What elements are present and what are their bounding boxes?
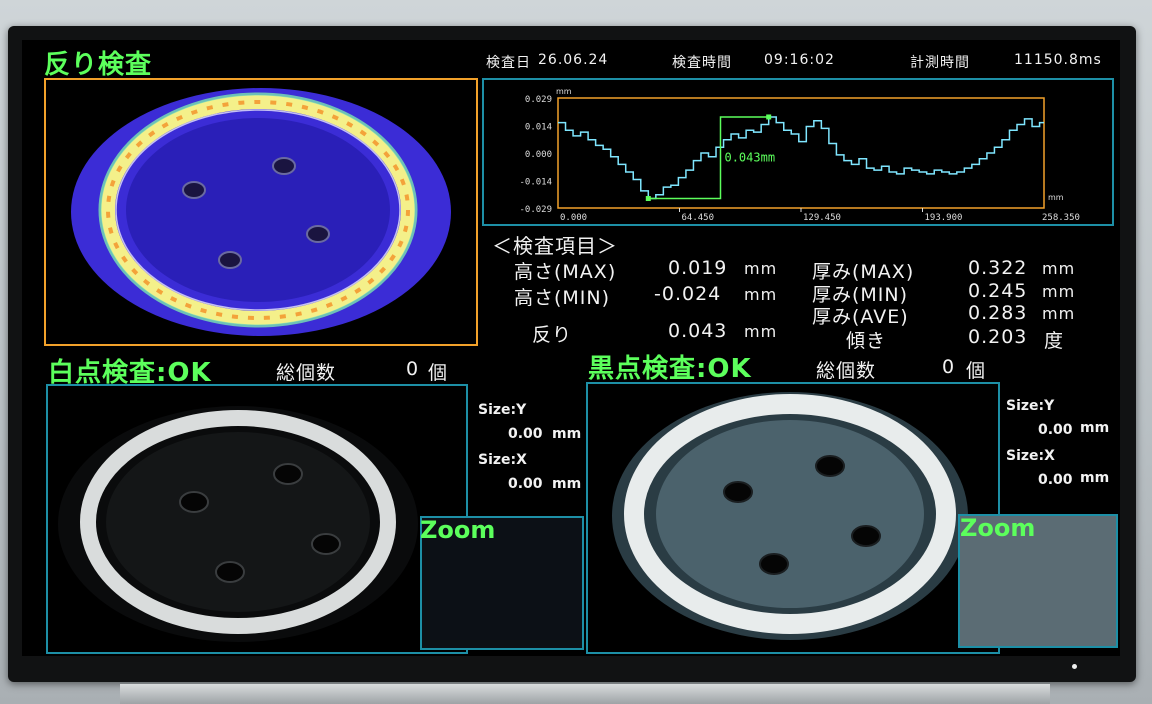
items-heading: ＜検査項目＞ <box>492 234 618 258</box>
black-size-y-value: 0.00 <box>1038 422 1073 438</box>
black-size-x-unit: mm <box>1080 470 1110 486</box>
tilt-value: 0.203 <box>968 326 1028 348</box>
x-tick-labels: 0.000 64.450 129.450 193.900 258.350 <box>560 213 1080 223</box>
profile-graph-panel: mm mm 0.029 0.014 0.000 -0.014 -0.029 0.000 6… <box>482 78 1114 226</box>
black-size-x-label: Size:X <box>1006 448 1055 464</box>
white-size-x-value: 0.00 <box>508 476 543 492</box>
power-led-icon <box>1072 664 1077 669</box>
black-count-unit: 個 <box>966 360 987 382</box>
white-spot-image-panel <box>46 384 584 654</box>
thickness-ave-unit: mm <box>1042 304 1076 323</box>
inspection-date-label: 検査日 <box>486 55 531 71</box>
page-title: 反り検査 <box>44 50 153 80</box>
black-size-y-label: Size:Y <box>1006 398 1055 414</box>
thickness-ave-value: 0.283 <box>968 302 1028 324</box>
y-tick-label: -0.014 <box>519 178 552 188</box>
thickness-min-unit: mm <box>1042 282 1076 301</box>
monitor-stand <box>120 684 1050 704</box>
y-unit-label: mm <box>556 87 572 96</box>
x-tick-label: 193.900 <box>925 213 963 223</box>
black-spot-image-panel <box>586 382 1000 654</box>
x-unit-label: mm <box>1048 193 1064 202</box>
white-size-x-label: Size:X <box>478 452 527 468</box>
warp-height-map <box>71 88 451 336</box>
white-size-y-unit: mm <box>552 426 582 442</box>
profile-graph: mm mm 0.029 0.014 0.000 -0.014 -0.029 0.000 6… <box>519 87 1080 223</box>
y-tick-label: 0.000 <box>525 150 552 160</box>
thickness-ave-label: 厚み(AVE) <box>812 306 909 328</box>
max-marker <box>766 114 772 120</box>
graph-frame <box>557 97 1045 209</box>
tilt-unit: 度 <box>1044 330 1065 352</box>
height-min-unit: mm <box>744 285 778 304</box>
warp-label: 反り <box>532 324 573 346</box>
white-size-y-value: 0.00 <box>508 426 543 442</box>
height-max-unit: mm <box>744 259 778 278</box>
thickness-max-value: 0.322 <box>968 257 1028 279</box>
white-count-label: 総個数 <box>276 362 337 384</box>
black-size-y-unit: mm <box>1080 420 1110 436</box>
y-tick-label: -0.029 <box>519 205 552 215</box>
y-tick-labels: 0.029 0.014 0.000 -0.014 -0.029 <box>519 95 552 215</box>
white-size-x-unit: mm <box>552 476 582 492</box>
thickness-max-unit: mm <box>1042 259 1076 278</box>
white-count-value: 0 <box>406 358 420 380</box>
black-count-value: 0 <box>942 356 956 378</box>
profile-trace <box>558 116 1044 200</box>
x-tick-label: 129.450 <box>803 213 841 223</box>
min-marker <box>645 196 651 202</box>
inspection-time-label: 検査時間 <box>672 55 732 71</box>
black-count-label: 総個数 <box>816 360 877 382</box>
tilt-label: 傾き <box>846 330 887 352</box>
inspection-date: 26.06.24 <box>538 52 609 68</box>
height-max-label: 高さ(MAX) <box>514 261 617 283</box>
white-size-y-label: Size:Y <box>478 402 527 418</box>
warp-annotation: 0.043mm <box>724 151 775 165</box>
measure-time-label: 計測時間 <box>910 55 970 71</box>
warp-unit: mm <box>744 322 778 341</box>
black-spot-status: 黒点検査:OK <box>588 354 752 384</box>
thickness-min-value: 0.245 <box>968 280 1028 302</box>
x-tick-label: 64.450 <box>682 213 715 223</box>
black-spot-image <box>612 392 968 640</box>
warp-value: 0.043 <box>668 320 728 342</box>
white-zoom-label: Zoom <box>420 516 496 544</box>
measure-time: 11150.8ms <box>1014 52 1102 68</box>
white-spot-image <box>58 406 418 642</box>
x-tick-label: 0.000 <box>560 213 587 223</box>
height-max-value: 0.019 <box>668 257 728 279</box>
black-size-x-value: 0.00 <box>1038 472 1073 488</box>
white-count-unit: 個 <box>428 362 449 384</box>
x-tick-label: 258.350 <box>1042 213 1080 223</box>
inspection-time: 09:16:02 <box>764 52 835 68</box>
height-min-value: -0.024 <box>654 283 722 305</box>
black-zoom-label: Zoom <box>960 514 1036 542</box>
height-min-label: 高さ(MIN) <box>514 287 611 309</box>
y-tick-label: 0.014 <box>525 123 552 133</box>
warp-image-panel <box>44 78 478 346</box>
y-tick-label: 0.029 <box>525 95 552 105</box>
inspection-screen: 反り検査 検査日 26.06.24 検査時間 09:16:02 計測時間 111… <box>22 40 1120 656</box>
